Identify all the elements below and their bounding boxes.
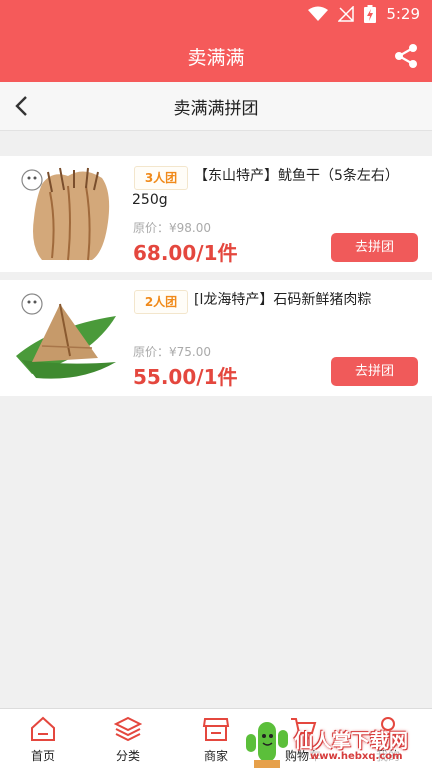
- no-signal-icon: [338, 6, 355, 22]
- app-title: 卖满满: [187, 47, 245, 69]
- status-time: 5:29: [386, 5, 420, 23]
- page-title: 卖满满拼团: [173, 99, 259, 119]
- nav-bar: 卖满满拼团: [0, 82, 432, 131]
- dried-squid-image: [12, 162, 120, 266]
- zongzi-image: [12, 286, 120, 390]
- group-price: 68.00/1件: [133, 241, 238, 265]
- original-price: 原价：¥75.00: [133, 345, 211, 359]
- cactus-logo-icon: [246, 722, 288, 768]
- watermark-text: 仙人掌下载网: [294, 730, 409, 752]
- layers-icon: [114, 716, 142, 742]
- store-icon: [202, 718, 230, 741]
- group-size-badge: 3人团: [134, 166, 188, 190]
- original-price: 原价：¥98.00: [133, 221, 211, 235]
- home-icon: [31, 716, 55, 741]
- app-bar: 卖满满: [0, 30, 432, 82]
- battery-charging-icon: [364, 5, 377, 23]
- tab-label: 首页: [30, 749, 55, 763]
- share-icon[interactable]: [392, 42, 420, 70]
- product-card[interactable]: 【东山特产】鱿鱼干（5条左右）250g 3人团 原价：¥98.00 68.00/…: [0, 156, 432, 272]
- watermark-url: www.hebxq.com: [310, 751, 403, 762]
- status-bar: 5:29: [0, 0, 432, 30]
- status-icons: 5:29: [308, 5, 420, 23]
- tab-category[interactable]: 分类: [88, 709, 168, 769]
- tab-home[interactable]: 首页: [3, 709, 83, 769]
- watermark: 仙人掌下载网 www.hebxq.com: [238, 714, 432, 768]
- join-group-button[interactable]: 去拼团: [331, 233, 418, 262]
- group-price: 55.00/1件: [133, 365, 238, 389]
- group-size-badge: 2人团: [134, 290, 188, 314]
- join-group-button[interactable]: 去拼团: [331, 357, 418, 386]
- tab-label: 分类: [115, 749, 140, 763]
- wifi-icon: [308, 6, 329, 21]
- product-card[interactable]: [l龙海特产】石码新鲜猪肉粽 2人团 原价：¥75.00 55.00/1件 去拼…: [0, 280, 432, 396]
